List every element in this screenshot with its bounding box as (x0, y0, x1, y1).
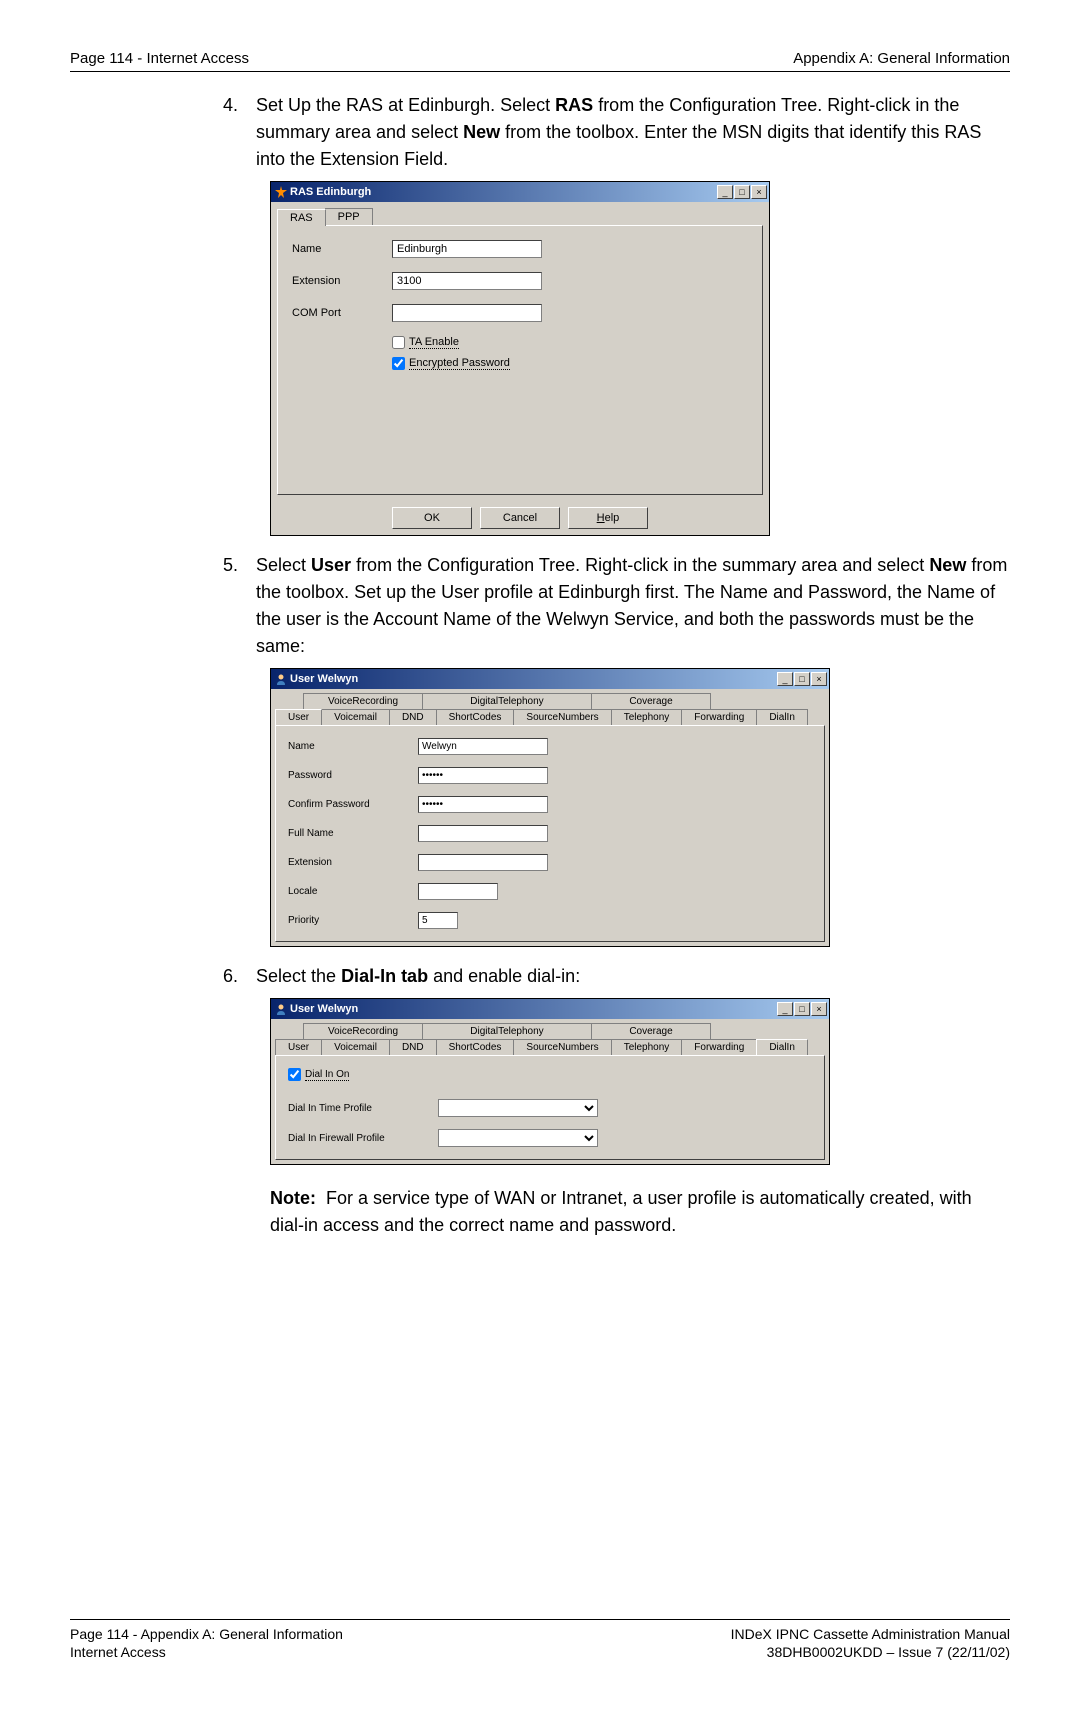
footer-right1: INDeX IPNC Cassette Administration Manua… (731, 1626, 1010, 1642)
tab-voicerecording[interactable]: VoiceRecording (303, 1023, 423, 1039)
footer-right2: 38DHB0002UKDD – Issue 7 (22/11/02) (767, 1644, 1010, 1660)
tab-forwarding[interactable]: Forwarding (681, 1039, 757, 1055)
cancel-button[interactable]: Cancel (480, 507, 560, 529)
ras-comport-label: COM Port (292, 307, 392, 319)
tab-dialin[interactable]: DialIn (756, 1039, 808, 1055)
star-icon (275, 186, 287, 198)
ras-comport-input[interactable] (392, 304, 542, 322)
footer-left1: Page 114 - Appendix A: General Informati… (70, 1626, 343, 1642)
user-name-label: Name (288, 741, 418, 752)
dialin-firewall-profile-label: Dial In Firewall Profile (288, 1133, 438, 1144)
step-4-num: 4. (220, 92, 256, 173)
tab-shortcodes[interactable]: ShortCodes (436, 1039, 515, 1055)
footer-left2: Internet Access (70, 1644, 166, 1660)
user-fullname-label: Full Name (288, 828, 418, 839)
tab-telephony[interactable]: Telephony (611, 709, 683, 725)
note-text: For a service type of WAN or Intranet, a… (270, 1188, 972, 1235)
user-icon (275, 1003, 287, 1015)
title-bar[interactable]: RAS Edinburgh _ □ × (271, 182, 769, 202)
help-button[interactable]: Help (568, 507, 648, 529)
ras-name-input[interactable] (392, 240, 542, 258)
dialin-firewall-profile-select[interactable] (438, 1129, 598, 1147)
user-password-label: Password (288, 770, 418, 781)
ras-extension-label: Extension (292, 275, 392, 287)
user-confirm-password-label: Confirm Password (288, 799, 418, 810)
tab-coverage[interactable]: Coverage (591, 1023, 711, 1039)
ras-edinburgh-dialog: RAS Edinburgh _ □ × RAS PPP Name Extensi… (270, 181, 770, 536)
tab-forwarding[interactable]: Forwarding (681, 709, 757, 725)
title-bar[interactable]: User Welwyn _ □ × (271, 999, 829, 1019)
dialin-time-profile-select[interactable] (438, 1099, 598, 1117)
maximize-button[interactable]: □ (734, 185, 750, 199)
dialin-on-checkbox[interactable] (288, 1068, 301, 1081)
tab-coverage[interactable]: Coverage (591, 693, 711, 709)
tab-ppp[interactable]: PPP (325, 208, 373, 225)
ras-extension-input[interactable] (392, 272, 542, 290)
user-priority-label: Priority (288, 915, 418, 926)
user-fullname-input[interactable] (418, 825, 548, 842)
tab-shortcodes[interactable]: ShortCodes (436, 709, 515, 725)
step-6-num: 6. (220, 963, 256, 990)
tab-ras[interactable]: RAS (277, 209, 326, 226)
user-locale-input[interactable] (418, 883, 498, 900)
ras-name-label: Name (292, 243, 392, 255)
title-bar[interactable]: User Welwyn _ □ × (271, 669, 829, 689)
encrypted-password-checkbox[interactable] (392, 357, 405, 370)
user-confirm-password-input[interactable] (418, 796, 548, 813)
user-dialog1-title: User Welwyn (290, 673, 358, 685)
tab-user[interactable]: User (275, 709, 322, 725)
dialin-on-label: Dial In On (305, 1069, 349, 1081)
minimize-button[interactable]: _ (717, 185, 733, 199)
tab-voicemail[interactable]: Voicemail (321, 1039, 390, 1055)
ras-dialog-title: RAS Edinburgh (290, 186, 371, 198)
maximize-button[interactable]: □ (794, 672, 810, 686)
tab-sourcenumbers[interactable]: SourceNumbers (513, 1039, 611, 1055)
tab-dnd[interactable]: DND (389, 709, 437, 725)
user-icon (275, 673, 287, 685)
user-locale-label: Locale (288, 886, 418, 897)
step-4: 4. Set Up the RAS at Edinburgh. Select R… (220, 92, 1010, 173)
header-right: Appendix A: General Information (793, 50, 1010, 67)
user-extension-input[interactable] (418, 854, 548, 871)
maximize-button[interactable]: □ (794, 1002, 810, 1016)
close-button[interactable]: × (811, 1002, 827, 1016)
close-button[interactable]: × (811, 672, 827, 686)
step-5: 5. Select User from the Configuration Tr… (220, 552, 1010, 660)
user-password-input[interactable] (418, 767, 548, 784)
tab-digitaltelephony[interactable]: DigitalTelephony (422, 1023, 592, 1039)
ta-enable-label: TA Enable (409, 336, 459, 349)
minimize-button[interactable]: _ (777, 672, 793, 686)
page-footer: Page 114 - Appendix A: General Informati… (70, 1619, 1010, 1660)
header-left: Page 114 - Internet Access (70, 50, 249, 67)
step-6: 6. Select the Dial-In tab and enable dia… (220, 963, 1010, 990)
ta-enable-checkbox[interactable] (392, 336, 405, 349)
tab-user[interactable]: User (275, 1039, 322, 1055)
step-4-text: Set Up the RAS at Edinburgh. Select RAS … (256, 92, 1010, 173)
tab-dialin[interactable]: DialIn (756, 709, 808, 725)
user-name-input[interactable] (418, 738, 548, 755)
step-6-text: Select the Dial-In tab and enable dial-i… (256, 963, 1010, 990)
minimize-button[interactable]: _ (777, 1002, 793, 1016)
user-welwyn-dialog-1: User Welwyn _ □ × VoiceRecording Digital… (270, 668, 830, 947)
page-header: Page 114 - Internet Access Appendix A: G… (70, 50, 1010, 72)
encrypted-password-label: Encrypted Password (409, 357, 510, 370)
user-dialog2-title: User Welwyn (290, 1003, 358, 1015)
ok-button[interactable]: OK (392, 507, 472, 529)
tab-sourcenumbers[interactable]: SourceNumbers (513, 709, 611, 725)
tab-dnd[interactable]: DND (389, 1039, 437, 1055)
tab-voicerecording[interactable]: VoiceRecording (303, 693, 423, 709)
tab-telephony[interactable]: Telephony (611, 1039, 683, 1055)
close-button[interactable]: × (751, 185, 767, 199)
step-5-text: Select User from the Configuration Tree.… (256, 552, 1010, 660)
dialin-time-profile-label: Dial In Time Profile (288, 1103, 438, 1114)
tab-digitaltelephony[interactable]: DigitalTelephony (422, 693, 592, 709)
note-label: Note: (270, 1188, 316, 1208)
note-block: Note: For a service type of WAN or Intra… (270, 1185, 1010, 1239)
user-welwyn-dialog-2: User Welwyn _ □ × VoiceRecording Digital… (270, 998, 830, 1165)
user-priority-input[interactable] (418, 912, 458, 929)
user-extension-label: Extension (288, 857, 418, 868)
tab-voicemail[interactable]: Voicemail (321, 709, 390, 725)
step-5-num: 5. (220, 552, 256, 660)
